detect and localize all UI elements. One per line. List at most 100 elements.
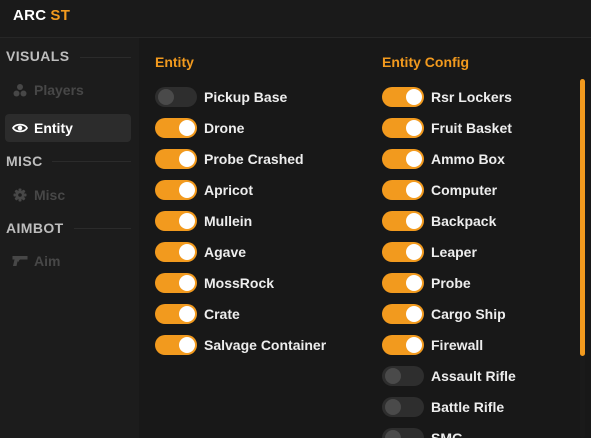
toggle-label: Agave	[204, 244, 247, 260]
players-icon	[12, 82, 28, 98]
sidebar-item-aim[interactable]: Aim	[5, 247, 131, 275]
toggle-label: Leaper	[431, 244, 477, 260]
toggle-switch-apricot[interactable]	[155, 180, 197, 200]
toggle-row-rsr-lockers[interactable]: Rsr Lockers	[382, 86, 512, 108]
toggle-switch-computer[interactable]	[382, 180, 424, 200]
toggle-label: Computer	[431, 182, 498, 198]
toggle-switch-pickup-base[interactable]	[155, 87, 197, 107]
toggle-switch-rsr-lockers[interactable]	[382, 87, 424, 107]
toggle-knob	[179, 182, 195, 198]
sidebar-item-label: Misc	[34, 187, 66, 203]
toggle-row-backpack[interactable]: Backpack	[382, 210, 496, 232]
toggle-row-ammo-box[interactable]: Ammo Box	[382, 148, 505, 170]
toggle-row-leaper[interactable]: Leaper	[382, 241, 477, 263]
toggle-label: Cargo Ship	[431, 306, 506, 322]
toggle-knob	[406, 120, 422, 136]
toggle-label: Ammo Box	[431, 151, 505, 167]
toggle-knob	[158, 89, 174, 105]
toggle-switch-cargo-ship[interactable]	[382, 304, 424, 324]
title-bar: ARC ST	[0, 0, 591, 38]
toggle-row-mossrock[interactable]: MossRock	[155, 272, 274, 294]
app-logo: ARC ST	[13, 7, 70, 24]
toggle-label: Firewall	[431, 337, 484, 353]
eye-icon	[12, 120, 28, 136]
toggle-switch-smg[interactable]	[382, 428, 424, 438]
toggle-knob	[179, 244, 195, 260]
sidebar-item-players[interactable]: Players	[5, 76, 131, 104]
toggle-row-probe-crashed[interactable]: Probe Crashed	[155, 148, 304, 170]
sidebar-item-label: Players	[34, 82, 84, 98]
section-header-misc: MISC	[6, 153, 43, 169]
toggle-switch-mullein[interactable]	[155, 211, 197, 231]
toggle-switch-drone[interactable]	[155, 118, 197, 138]
toggle-switch-probe[interactable]	[382, 273, 424, 293]
toggle-row-probe[interactable]: Probe	[382, 272, 471, 294]
toggle-switch-backpack[interactable]	[382, 211, 424, 231]
section-divider	[52, 161, 131, 162]
toggle-knob	[385, 430, 401, 438]
toggle-label: Crate	[204, 306, 240, 322]
section-divider	[74, 228, 131, 229]
toggle-switch-assault-rifle[interactable]	[382, 366, 424, 386]
toggle-label: Pickup Base	[204, 89, 288, 105]
toggle-label: Probe Crashed	[204, 151, 304, 167]
toggle-knob	[179, 337, 195, 353]
sidebar-item-label: Aim	[34, 253, 61, 269]
toggle-switch-salvage-container[interactable]	[155, 335, 197, 355]
toggle-label: Backpack	[431, 213, 497, 229]
toggle-row-salvage-container[interactable]: Salvage Container	[155, 334, 326, 356]
sidebar: VISUALS Players Entity MISC Misc AIMBOT …	[0, 38, 139, 438]
scrollbar-track[interactable]	[580, 79, 585, 438]
sidebar-item-misc[interactable]: Misc	[5, 181, 131, 209]
toggle-row-computer[interactable]: Computer	[382, 179, 497, 201]
toggle-knob	[179, 120, 195, 136]
toggle-knob	[406, 151, 422, 167]
toggle-switch-agave[interactable]	[155, 242, 197, 262]
toggle-knob	[406, 275, 422, 291]
gun-icon	[12, 253, 28, 269]
toggle-label: Fruit Basket	[431, 120, 512, 136]
toggle-knob	[406, 337, 422, 353]
toggle-row-cargo-ship[interactable]: Cargo Ship	[382, 303, 506, 325]
main-panel: Entity Entity Config Pickup Base Drone Pro…	[139, 38, 591, 438]
toggle-switch-battle-rifle[interactable]	[382, 397, 424, 417]
toggle-switch-crate[interactable]	[155, 304, 197, 324]
section-header-aimbot: AIMBOT	[6, 220, 64, 236]
section-divider	[80, 57, 131, 58]
toggle-switch-fruit-basket[interactable]	[382, 118, 424, 138]
toggle-knob	[385, 399, 401, 415]
toggle-knob	[406, 182, 422, 198]
toggle-switch-probe-crashed[interactable]	[155, 149, 197, 169]
entity-column-title: Entity	[155, 54, 194, 70]
toggle-knob	[179, 306, 195, 322]
toggle-row-crate[interactable]: Crate	[155, 303, 240, 325]
toggle-switch-mossrock[interactable]	[155, 273, 197, 293]
logo-text-primary: ARC	[13, 7, 47, 24]
section-header-visuals: VISUALS	[6, 48, 70, 64]
toggle-row-agave[interactable]: Agave	[155, 241, 246, 263]
toggle-row-assault-rifle[interactable]: Assault Rifle	[382, 365, 516, 387]
sidebar-item-label: Entity	[34, 120, 73, 136]
toggle-row-mullein[interactable]: Mullein	[155, 210, 252, 232]
toggle-row-firewall[interactable]: Firewall	[382, 334, 483, 356]
scrollbar-thumb[interactable]	[580, 79, 585, 356]
toggle-row-battle-rifle[interactable]: Battle Rifle	[382, 396, 504, 418]
toggle-label: SMG	[431, 430, 463, 438]
toggle-knob	[406, 244, 422, 260]
toggle-row-drone[interactable]: Drone	[155, 117, 244, 139]
toggle-label: Apricot	[204, 182, 253, 198]
sidebar-item-entity[interactable]: Entity	[5, 114, 131, 142]
toggle-row-smg[interactable]: SMG	[382, 427, 463, 438]
toggle-knob	[406, 306, 422, 322]
toggle-switch-leaper[interactable]	[382, 242, 424, 262]
toggle-label: Battle Rifle	[431, 399, 505, 415]
toggle-label: Rsr Lockers	[431, 89, 512, 105]
toggle-row-apricot[interactable]: Apricot	[155, 179, 253, 201]
toggle-row-pickup-base[interactable]: Pickup Base	[155, 86, 287, 108]
toggle-switch-firewall[interactable]	[382, 335, 424, 355]
toggle-label: MossRock	[204, 275, 275, 291]
toggle-switch-ammo-box[interactable]	[382, 149, 424, 169]
toggle-row-fruit-basket[interactable]: Fruit Basket	[382, 117, 512, 139]
gear-icon	[12, 187, 28, 203]
toggle-label: Probe	[431, 275, 471, 291]
